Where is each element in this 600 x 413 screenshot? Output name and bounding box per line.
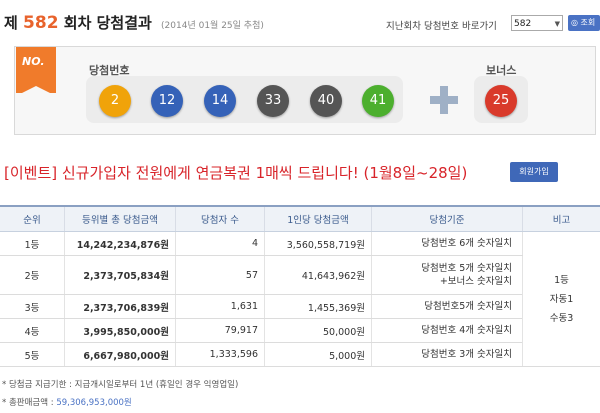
per-person-cell: 1,455,369원 [264,294,372,319]
total-cell: 14,242,234,876원 [64,231,176,256]
criteria-line-1: 당첨번호 5개 숫자일치 [421,263,512,274]
note-line-3: 수동3 [549,312,574,324]
table-row: 4등 3,995,850,000원 79,917 50,000원 당첨번호 4개… [0,318,600,343]
flag-notch [16,86,56,96]
winners-cell: 57 [175,255,265,295]
header: 제 582 회차 당첨결과 (2014년 01월 25일 추첨) 지난회차 당첨… [0,0,600,40]
payout-deadline-note: * 당첨금 지급기한 : 지급개시일로부터 1년 (휴일인 경우 익영업일) [2,380,239,390]
title-suffix: 회차 당첨결과 [63,14,152,32]
total-cell: 2,373,706,839원 [64,294,176,319]
note-line-2: 자동1 [549,293,574,305]
ball-5: 40 [310,85,342,117]
page-title: 제 582 회차 당첨결과 (2014년 01월 25일 추첨) [4,12,264,33]
winners-cell: 4 [175,231,265,256]
total-sales-value: 59,306,953,000원 [56,398,132,408]
winners-cell: 1,333,596 [175,342,265,367]
col-total: 등위별 총 당첨금액 [64,205,176,232]
draw-date: (2014년 01월 25일 추첨) [161,21,264,31]
winning-balls-box [86,76,403,123]
winners-cell: 79,917 [175,318,265,343]
ball-3: 14 [204,85,236,117]
ball-1: 2 [99,85,131,117]
total-cell: 3,995,850,000원 [64,318,176,343]
criteria-cell: 당첨번호 4개 숫자일치 [371,318,523,343]
per-person-cell: 5,000원 [264,342,372,367]
per-person-cell: 41,643,962원 [264,255,372,295]
bonus-ball: 25 [485,85,517,117]
rank-cell: 5등 [0,342,65,367]
table-row: 3등 2,373,706,839원 1,631 1,455,369원 당첨번호5… [0,294,600,319]
total-sales: * 총판매금액 : 59,306,953,000원 [2,396,132,408]
rank-cell: 3등 [0,294,65,319]
criteria-cell: 당첨번호 5개 숫자일치 +보너스 숫자일치 [371,255,523,295]
results-table: 순위 등위별 총 당첨금액 당첨자 수 1인당 당첨금액 당첨기준 비고 1등 … [0,205,600,367]
table-header-row: 순위 등위별 총 당첨금액 당첨자 수 1인당 당첨금액 당첨기준 비고 [0,205,600,232]
ball-4: 33 [257,85,289,117]
col-rank: 순위 [0,205,65,232]
rank-cell: 2등 [0,255,65,295]
chevron-down-icon: ▼ [554,20,560,28]
col-note: 비고 [522,205,600,232]
per-person-cell: 50,000원 [264,318,372,343]
search-button[interactable]: ◎ 조회 [568,15,600,31]
title-prefix: 제 [4,14,18,32]
round-select[interactable]: 582 ▼ [511,15,563,31]
table-row: 5등 6,667,980,000원 1,333,596 5,000원 당첨번호 … [0,342,600,367]
search-button-label: 조회 [580,18,596,27]
search-icon: ◎ [571,18,578,27]
flag-text: NO. [22,55,45,68]
criteria-line-2: +보너스 숫자일치 [439,276,512,287]
table-row: 1등 14,242,234,876원 4 3,560,558,719원 당첨번호… [0,231,600,367]
rank-cell: 4등 [0,318,65,343]
criteria-cell: 당첨번호 3개 숫자일치 [371,342,523,367]
join-button[interactable]: 회원가입 [510,162,558,182]
total-cell: 6,667,980,000원 [64,342,176,367]
note-line-1: 1등 [554,274,569,286]
plus-icon [430,86,458,114]
criteria-cell: 당첨번호 6개 숫자일치 [371,231,523,256]
col-per-person: 1인당 당첨금액 [264,205,372,232]
round-number: 582 [23,13,59,33]
round-select-value: 582 [514,19,532,29]
ball-6: 41 [362,85,394,117]
ball-2: 12 [151,85,183,117]
per-person-cell: 3,560,558,719원 [264,231,372,256]
event-banner[interactable]: [이벤트] 신규가입자 전원에게 연금복권 1매씩 드립니다! (1월8일~28… [4,162,467,183]
table-row: 2등 2,373,705,834원 57 41,643,962원 당첨번호 5개… [0,255,600,295]
winners-cell: 1,631 [175,294,265,319]
total-sales-label: * 총판매금액 : [2,398,57,408]
rank-cell: 1등 [0,231,65,256]
total-cell: 2,373,705,834원 [64,255,176,295]
col-winners: 당첨자 수 [175,205,265,232]
col-criteria: 당첨기준 [371,205,523,232]
criteria-cell: 당첨번호5개 숫자일치 [371,294,523,319]
note-cell: 1등 자동1 수동3 [522,231,600,367]
goto-label: 지난회차 당첨번호 바로가기 [386,21,497,32]
